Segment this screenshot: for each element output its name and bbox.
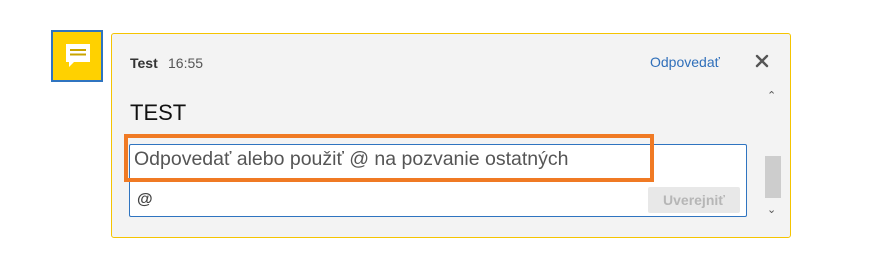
scroll-up-icon[interactable]: ⌃	[767, 90, 776, 102]
scrollbar[interactable]: ⌃ ⌄	[763, 88, 781, 220]
scroll-thumb[interactable]	[765, 156, 781, 198]
comment-icon[interactable]	[51, 30, 103, 82]
speech-bubble-icon	[66, 44, 90, 67]
close-button[interactable]	[753, 52, 771, 70]
close-icon	[755, 54, 769, 68]
scroll-down-icon[interactable]: ⌄	[767, 204, 776, 216]
mention-button[interactable]: @	[137, 191, 153, 209]
highlight-frame	[124, 134, 654, 182]
comment-text: TEST	[130, 100, 187, 125]
comment-author: Test	[130, 55, 158, 71]
post-button[interactable]: Uverejniť	[648, 187, 740, 213]
comment-time: 16:55	[168, 55, 204, 71]
reply-link[interactable]: Odpovedať	[650, 54, 720, 70]
